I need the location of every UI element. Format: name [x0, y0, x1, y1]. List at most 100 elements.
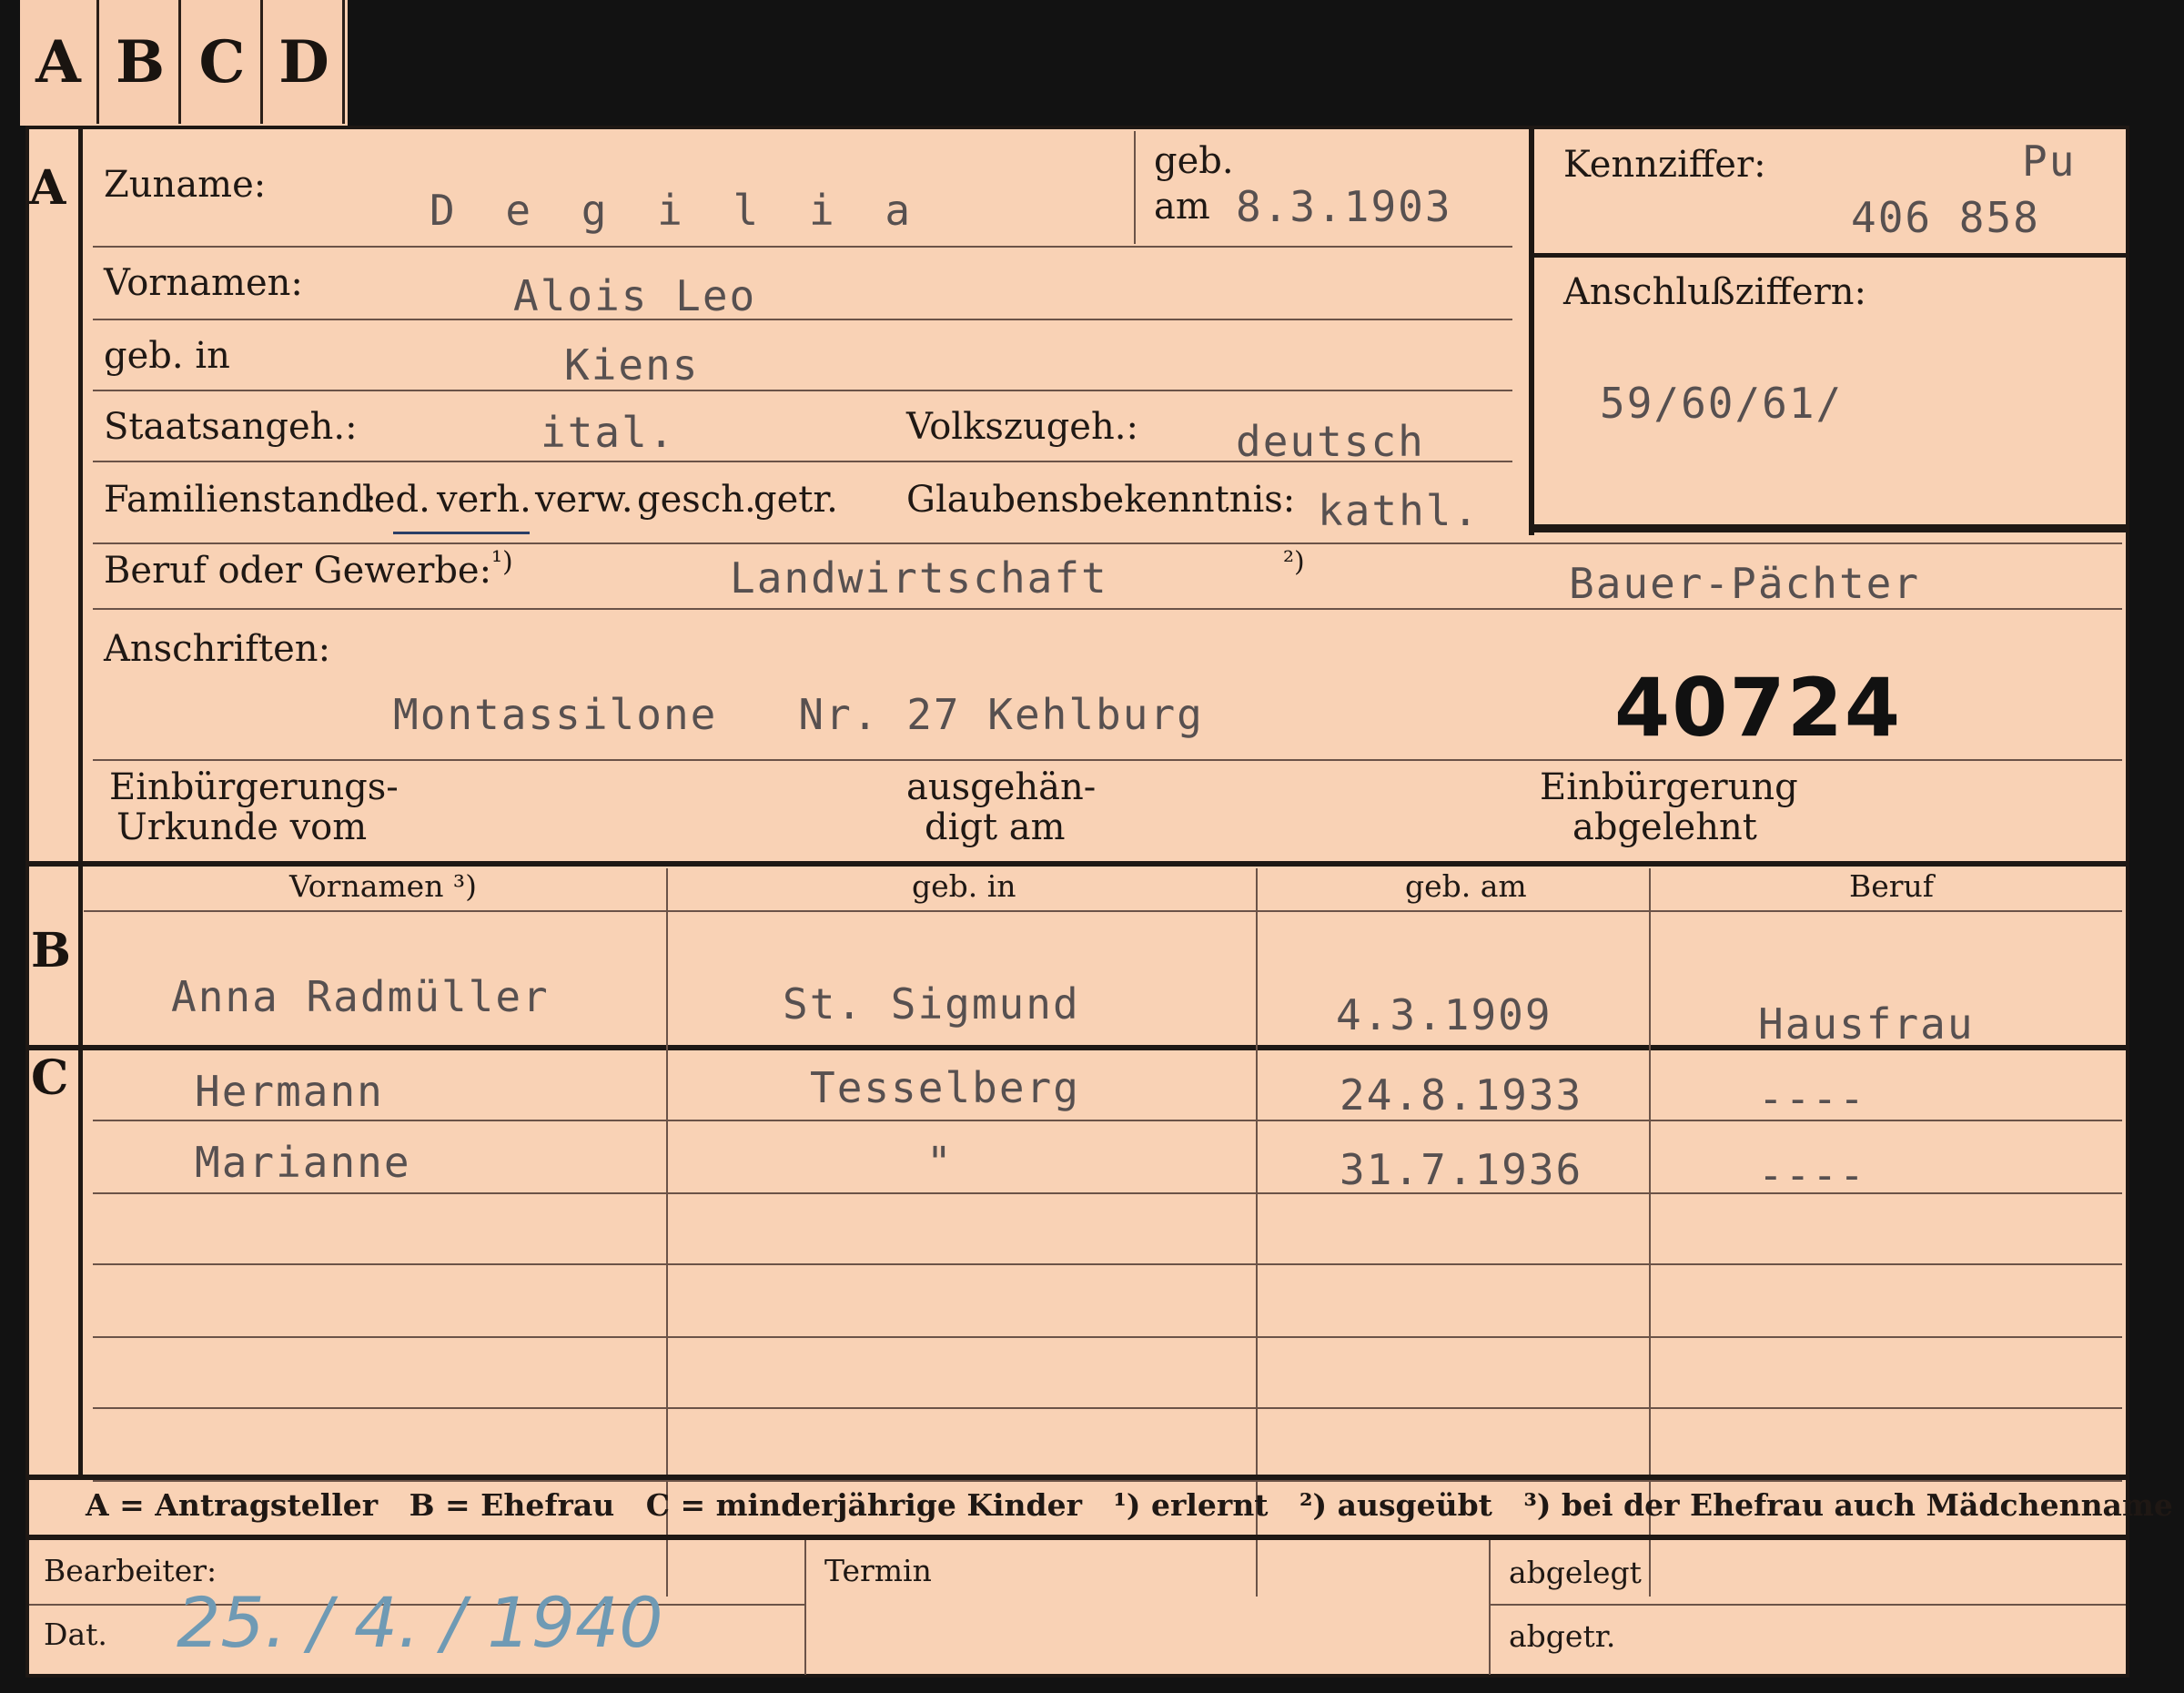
glaubens-value: kathl.: [1318, 486, 1481, 535]
anschlussziffern-label: Anschlußziffern:: [1563, 271, 1866, 313]
section-c-top-border: [25, 1045, 2129, 1050]
section-letter-b: B: [31, 923, 71, 978]
footer-col-2: [1489, 1540, 1491, 1675]
vornamen-line: [93, 319, 1512, 320]
c-row-line-3: [93, 1263, 2122, 1265]
card-top-border: [25, 126, 2129, 129]
anschriften-label: Anschriften:: [104, 628, 331, 670]
c-row1-vornamen: Hermann: [195, 1067, 384, 1116]
b-geb-in-value: St. Sigmund: [783, 979, 1080, 1029]
c-row1-beruf: ----: [1758, 1074, 1866, 1123]
tab-a[interactable]: A: [20, 0, 99, 124]
letter-column-border: [78, 126, 83, 1475]
staatsangeh-line: [93, 461, 1512, 462]
am-label: am: [1154, 186, 1210, 228]
beruf-top-line: [93, 542, 2122, 544]
ausgehaendigt-label-1: ausgehän-: [906, 766, 1097, 808]
zuname-label: Zuname:: [104, 164, 267, 206]
familienstand-led[interactable]: led.: [362, 479, 430, 521]
zuname-line: [93, 246, 1512, 248]
b-geb-am-value: 4.3.1909: [1336, 990, 1552, 1039]
einbuergerung-abgelehnt-1: Einbürgerung: [1540, 766, 1798, 808]
anschlussziffern-value: 59/60/61/: [1600, 379, 1844, 428]
glaubens-label: Glaubensbekenntnis:: [906, 479, 1296, 521]
abgelegt-label: abgelegt: [1509, 1555, 1642, 1590]
staatsangeh-label: Staatsangeh.:: [104, 406, 358, 448]
tab-strip: A B C D: [20, 0, 348, 126]
beruf-mark-2: ²): [1283, 546, 1305, 578]
kennziffer-label: Kennziffer:: [1563, 144, 1766, 186]
card-right-border: [2126, 126, 2129, 1678]
staatsangeh-value: ital.: [541, 408, 676, 457]
beruf-value-2: Bauer-Pächter: [1569, 559, 1921, 608]
b-header-beruf: Beruf: [1849, 868, 1935, 904]
footer-abgelegt-line: [1491, 1604, 2126, 1606]
abgetr-label: abgetr.: [1509, 1618, 1616, 1654]
c-row1-geb-in: Tesselberg: [810, 1063, 1080, 1112]
registration-card: A Zuname: D e g i l i a geb. am 8.3.1903…: [25, 126, 2173, 1678]
b-header-line: [84, 910, 2122, 912]
einbuergerungs-label-1: Einbürgerungs-: [109, 766, 399, 808]
kennziffer-box-left: [1529, 126, 1534, 535]
c-row-line-4: [93, 1336, 2122, 1338]
b-beruf-value: Hausfrau: [1758, 999, 1975, 1049]
termin-label: Termin: [824, 1553, 932, 1588]
legend-top-border: [25, 1475, 2129, 1480]
section-b-top-border: [25, 861, 2129, 867]
legend-bottom-border: [25, 1535, 2129, 1540]
tab-c[interactable]: C: [184, 0, 263, 124]
b-header-vornamen: Vornamen ³): [289, 868, 478, 904]
kennziffer-divider: [1534, 253, 2126, 258]
geb-in-value: Kiens: [564, 340, 700, 390]
c-row-line-5: [93, 1407, 2122, 1409]
card-left-border: [25, 126, 29, 1678]
c-row-line-6: [93, 1480, 2122, 1482]
ausgehaendigt-label-2: digt am: [925, 806, 1066, 848]
geb-am-value: 8.3.1903: [1236, 182, 1452, 231]
c-row2-beruf: ----: [1758, 1151, 1866, 1200]
kennziffer-code: Pu: [2022, 137, 2077, 186]
b-header-geb-in: geb. in: [912, 868, 1016, 904]
c-row2-geb-in: ": [926, 1138, 954, 1187]
beruf-label: Beruf oder Gewerbe:: [104, 550, 492, 592]
dat-label: Dat.: [44, 1617, 107, 1652]
c-row2-vornamen: Marianne: [195, 1138, 411, 1187]
beruf-mark-1: ¹): [491, 546, 513, 578]
c-row1-geb-am: 24.8.1933: [1340, 1070, 1583, 1120]
geb-in-line: [93, 390, 1512, 391]
familienstand-verw[interactable]: verw.: [535, 479, 633, 521]
familienstand-label: Familienstand:: [104, 479, 377, 521]
stamp-number: 40724: [1614, 661, 1903, 755]
beruf-line: [93, 608, 2122, 610]
vornamen-label: Vornamen:: [104, 262, 303, 304]
tab-d[interactable]: D: [266, 0, 345, 124]
familienstand-getr[interactable]: getr.: [753, 479, 838, 521]
b-header-geb-am: geb. am: [1405, 868, 1527, 904]
volkszugeh-value: deutsch: [1236, 417, 1425, 466]
vornamen-value: Alois Leo: [513, 271, 757, 320]
kennziffer-value: 406 858: [1851, 193, 2040, 242]
anschriften-line: [93, 759, 2122, 761]
familienstand-underline: [393, 532, 530, 534]
handwritten-date: 25. / 4. / 1940: [177, 1582, 663, 1663]
geb-in-label: geb. in: [104, 335, 230, 377]
tab-b[interactable]: B: [102, 0, 181, 124]
familienstand-gesch[interactable]: gesch.: [637, 479, 756, 521]
anschriften-value: Montassilone Nr. 27 Kehlburg: [393, 690, 1204, 739]
footer-col-1: [804, 1540, 806, 1675]
b-vornamen-value: Anna Radmüller: [171, 972, 550, 1021]
geb-divider: [1134, 131, 1136, 244]
kennziffer-box-bottom: [1534, 524, 2126, 532]
card-bottom-border: [25, 1674, 2129, 1678]
familienstand-verh[interactable]: verh.: [437, 479, 531, 521]
volkszugeh-label: Volkszugeh.:: [906, 406, 1138, 448]
legend-text: A = Antragsteller B = Ehefrau C = minder…: [86, 1487, 2173, 1523]
zuname-value: D e g i l i a: [430, 186, 924, 235]
c-row2-geb-am: 31.7.1936: [1340, 1145, 1583, 1194]
section-letter-a: A: [29, 160, 66, 216]
section-letter-c: C: [31, 1050, 69, 1106]
einbuergerung-abgelehnt-2: abgelehnt: [1572, 806, 1757, 848]
geb-label: geb.: [1154, 140, 1234, 182]
einbuergerungs-label-2: Urkunde vom: [116, 806, 368, 848]
beruf-value-1: Landwirtschaft: [730, 553, 1108, 603]
